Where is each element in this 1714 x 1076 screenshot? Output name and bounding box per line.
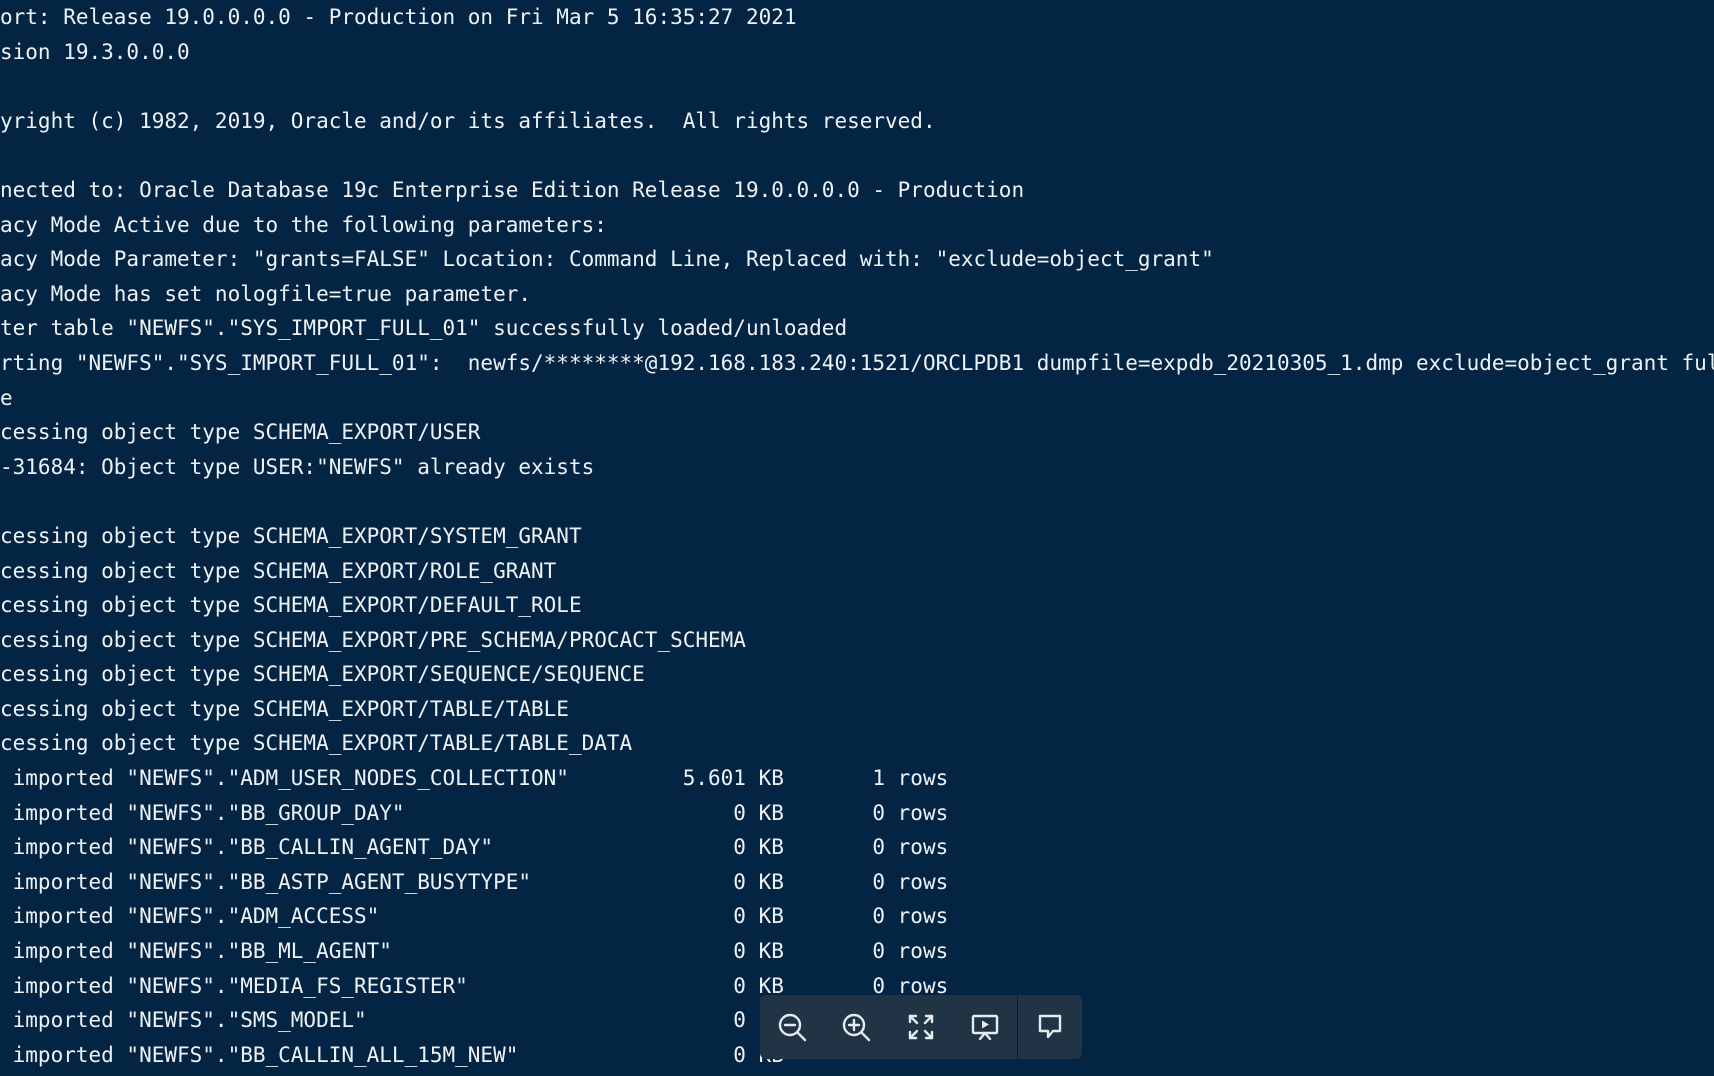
terminal-line: yright (c) 1982, 2019, Oracle and/or its…	[0, 108, 936, 133]
presentation-button[interactable]	[953, 995, 1017, 1059]
terminal-line: sion 19.3.0.0.0	[0, 39, 190, 64]
zoom-in-button[interactable]	[824, 995, 888, 1059]
zoom-out-icon	[778, 1013, 807, 1042]
terminal-line: ter table "NEWFS"."SYS_IMPORT_FULL_01" s…	[0, 316, 848, 341]
zoom-in-icon	[843, 1013, 871, 1042]
terminal-line: imported "NEWFS"."BB_CALLIN_AGENT_DAY" 0…	[0, 835, 949, 860]
comment-icon	[1038, 1014, 1062, 1039]
presentation-icon	[971, 1014, 998, 1041]
terminal-line: acy Mode Active due to the following par…	[0, 212, 607, 237]
terminal-line: acy Mode has set nologfile=true paramete…	[0, 281, 532, 306]
terminal-line: imported "NEWFS"."BB_GROUP_DAY" 0 KB 0 r…	[0, 800, 949, 825]
fullscreen-button[interactable]	[888, 995, 952, 1059]
terminal-line: imported "NEWFS"."ADM_USER_NODES_COLLECT…	[0, 766, 949, 791]
terminal-line: rting "NEWFS"."SYS_IMPORT_FULL_01": newf…	[0, 350, 1714, 375]
terminal-line: cessing object type SCHEMA_EXPORT/TABLE/…	[0, 696, 569, 721]
terminal-line: ort: Release 19.0.0.0.0 - Production on …	[0, 5, 797, 29]
terminal-line: cessing object type SCHEMA_EXPORT/TABLE/…	[0, 731, 633, 756]
terminal-line: e	[0, 385, 13, 410]
terminal-line: -31684: Object type USER:"NEWFS" already…	[0, 454, 595, 479]
comment-button[interactable]	[1018, 995, 1082, 1059]
fullscreen-icon	[908, 1014, 933, 1040]
terminal-line: cessing object type SCHEMA_EXPORT/USER	[0, 420, 481, 445]
image-viewer-toolbar	[760, 995, 1082, 1059]
terminal-line: cessing object type SCHEMA_EXPORT/SYSTEM…	[0, 523, 582, 548]
terminal-line: imported "NEWFS"."ADM_ACCESS" 0 KB 0 row…	[0, 904, 949, 929]
terminal-window[interactable]: ort: Release 19.0.0.0.0 - Production on …	[0, 0, 1714, 1076]
terminal-output: ort: Release 19.0.0.0.0 - Production on …	[0, 0, 1714, 1072]
terminal-line: cessing object type SCHEMA_EXPORT/ROLE_G…	[0, 558, 557, 583]
terminal-line: cessing object type SCHEMA_EXPORT/SEQUEN…	[0, 662, 645, 687]
terminal-line: imported "NEWFS"."BB_ML_AGENT" 0 KB 0 ro…	[0, 939, 949, 964]
terminal-line: acy Mode Parameter: "grants=FALSE" Locat…	[0, 247, 1214, 272]
terminal-line: nected to: Oracle Database 19c Enterpris…	[0, 177, 1025, 202]
terminal-line: cessing object type SCHEMA_EXPORT/PRE_SC…	[0, 627, 746, 652]
terminal-line: cessing object type SCHEMA_EXPORT/DEFAUL…	[0, 593, 582, 618]
terminal-line: imported "NEWFS"."BB_ASTP_AGENT_BUSYTYPE…	[0, 869, 949, 894]
zoom-out-button[interactable]	[760, 995, 824, 1059]
